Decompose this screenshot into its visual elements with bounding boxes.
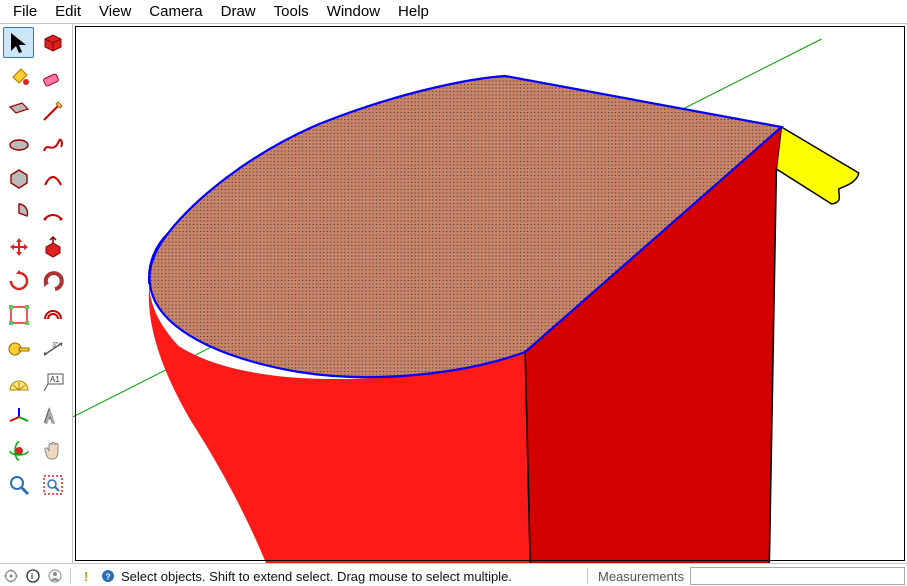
scale-tool[interactable] [3, 299, 34, 330]
follow-me-tool[interactable] [37, 265, 68, 296]
select-tool[interactable] [3, 27, 34, 58]
move-tool[interactable] [3, 231, 34, 262]
3d-text-tool[interactable] [37, 401, 68, 432]
menu-file[interactable]: File [4, 1, 46, 22]
orbit-tool[interactable] [3, 435, 34, 466]
freehand-tool[interactable] [37, 129, 68, 160]
text-tool[interactable]: A1 [37, 367, 68, 398]
rotate-tool[interactable] [3, 265, 34, 296]
protractor-tool[interactable] [3, 367, 34, 398]
pan-tool[interactable] [37, 435, 68, 466]
zoom-window-tool[interactable] [37, 469, 68, 500]
line-tool[interactable] [37, 95, 68, 126]
geolocation-icon[interactable] [2, 567, 20, 585]
offset-tool[interactable] [37, 299, 68, 330]
status-hint: Select objects. Shift to extend select. … [119, 569, 583, 584]
arc-tool[interactable] [37, 163, 68, 194]
menu-draw[interactable]: Draw [212, 1, 265, 22]
measurements-label: Measurements [592, 569, 690, 584]
menu-camera[interactable]: Camera [140, 1, 211, 22]
menu-tools[interactable]: Tools [265, 1, 318, 22]
axes-tool[interactable] [3, 401, 34, 432]
menu-help[interactable]: Help [389, 1, 438, 22]
make-component-tool[interactable] [37, 27, 68, 58]
menu-bar: File Edit View Camera Draw Tools Window … [0, 0, 907, 24]
polygon-tool[interactable] [3, 163, 34, 194]
credits-icon[interactable]: i [24, 567, 42, 585]
push-pull-tool[interactable] [37, 231, 68, 262]
rectangle-tool[interactable] [3, 95, 34, 126]
tape-measure-tool[interactable] [3, 333, 34, 364]
paint-bucket-tool[interactable] [3, 61, 34, 92]
svg-text:?: ? [105, 571, 110, 581]
measurements-input[interactable] [690, 567, 905, 585]
help-icon[interactable]: ? [99, 567, 117, 585]
menu-window[interactable]: Window [318, 1, 389, 22]
svg-text:i: i [31, 572, 33, 581]
two-point-arc-tool[interactable] [37, 197, 68, 228]
eraser-tool[interactable] [37, 61, 68, 92]
menu-edit[interactable]: Edit [46, 1, 90, 22]
menu-view[interactable]: View [90, 1, 140, 22]
svg-text:A1: A1 [50, 375, 60, 384]
pie-tool[interactable] [3, 197, 34, 228]
warning-icon[interactable]: ! [77, 567, 95, 585]
dimension-tool[interactable]: 3" [37, 333, 68, 364]
circle-tool[interactable] [3, 129, 34, 160]
tool-palette: 3" A1 [0, 24, 73, 563]
svg-text:3": 3" [52, 342, 59, 349]
model-viewport[interactable] [73, 24, 907, 563]
status-bar: i ! ? Select objects. Shift to extend se… [0, 563, 907, 586]
zoom-tool[interactable] [3, 469, 34, 500]
signin-icon[interactable] [46, 567, 64, 585]
